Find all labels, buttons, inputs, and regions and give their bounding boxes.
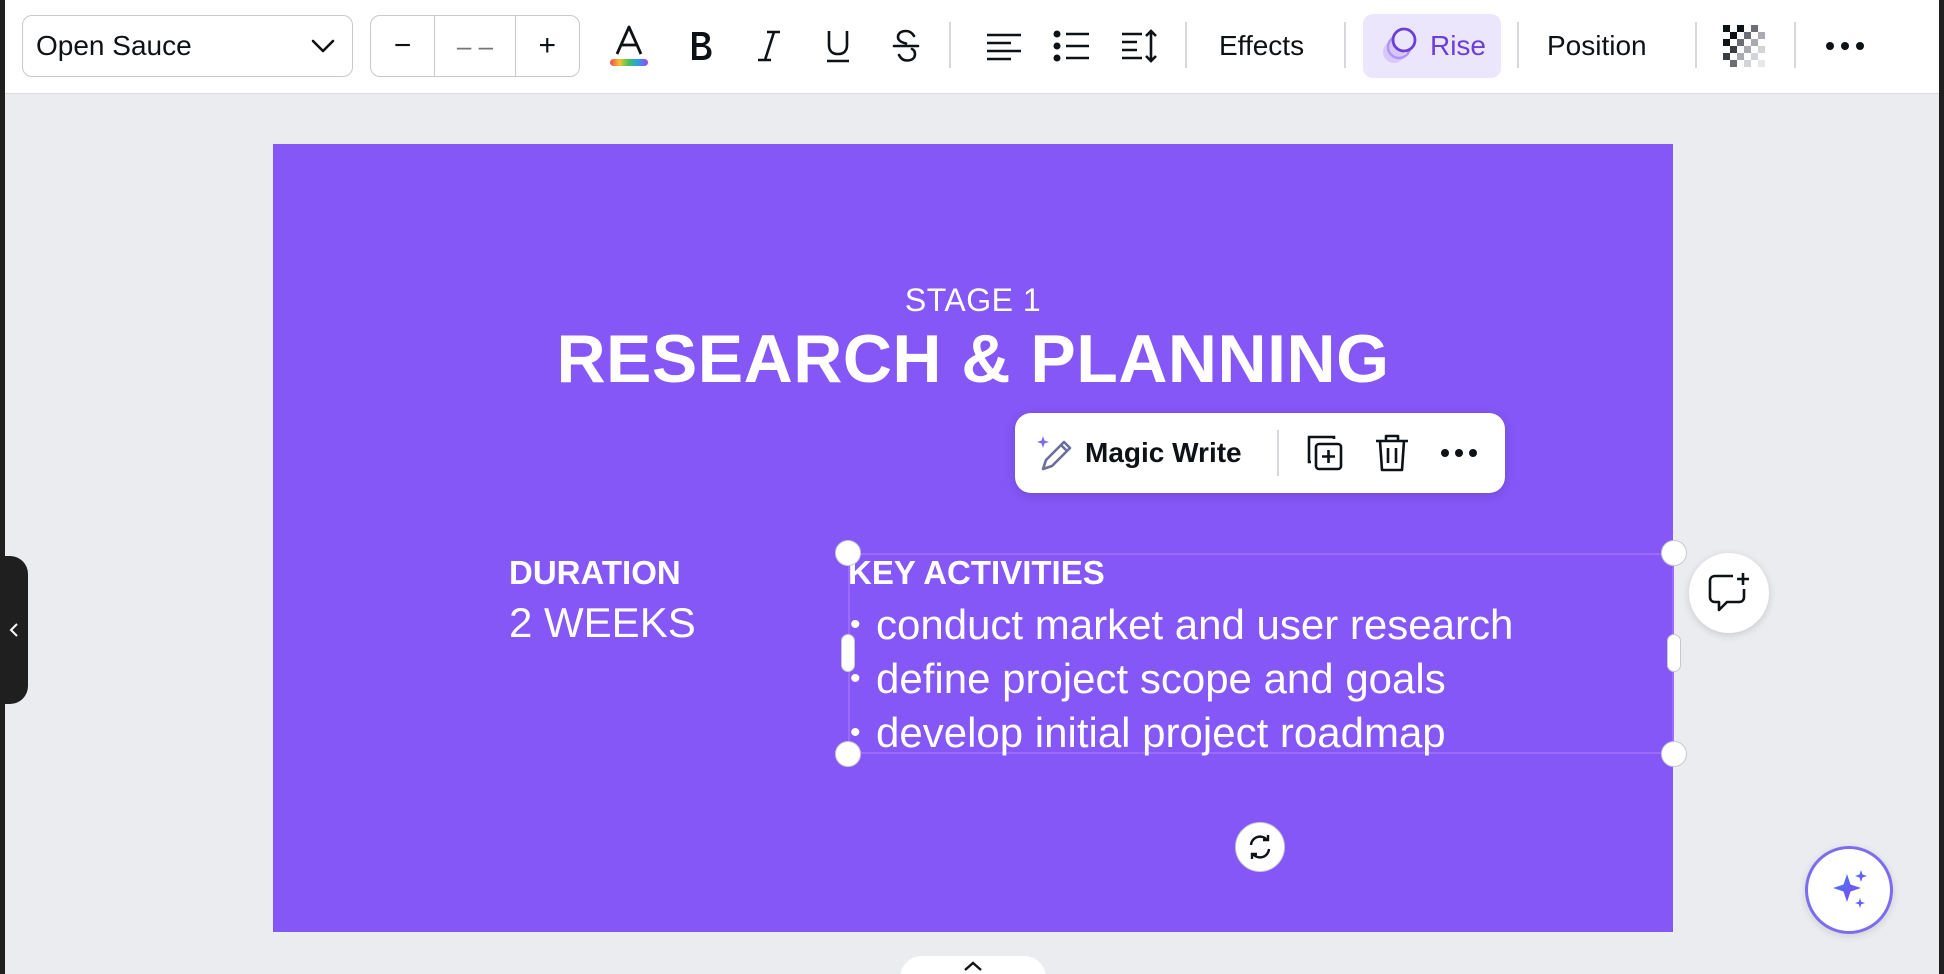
- toolbar-divider: [1517, 22, 1519, 68]
- rise-animation-icon: [1382, 27, 1417, 63]
- line-spacing-icon: [1122, 29, 1157, 63]
- magic-sparkle-icon: [1833, 870, 1867, 908]
- add-comment-button[interactable]: [1689, 553, 1769, 633]
- more-options-button[interactable]: [1819, 15, 1871, 77]
- slide-page[interactable]: STAGE 1 RESEARCH & PLANNING DURATION 2 W…: [273, 144, 1687, 932]
- list-item[interactable]: define project scope and goals: [848, 652, 1513, 706]
- bullet-list-button[interactable]: [1046, 15, 1098, 77]
- italic-icon: [758, 30, 780, 62]
- toolbar-divider: [1185, 22, 1187, 68]
- pages-panel-toggle[interactable]: [900, 956, 1046, 974]
- right-edge-bar: [1939, 0, 1944, 974]
- stage-label[interactable]: STAGE 1: [273, 282, 1673, 319]
- duration-label[interactable]: DURATION: [509, 554, 681, 592]
- element-context-menu: Magic Write: [1015, 413, 1505, 493]
- decrease-font-size-button[interactable]: −: [371, 16, 434, 76]
- chevron-up-icon: [964, 961, 982, 971]
- font-family-value: Open Sauce: [36, 30, 192, 61]
- left-edge-bar: [0, 0, 5, 974]
- transparency-icon: [1723, 25, 1765, 67]
- underline-icon: [827, 31, 849, 63]
- bullet-list-icon: [1053, 30, 1089, 62]
- font-size-field-wrap: [434, 16, 516, 76]
- strikethrough-button[interactable]: [880, 15, 932, 77]
- key-activities-label[interactable]: KEY ACTIVITIES: [848, 554, 1105, 592]
- font-size-input[interactable]: [445, 30, 505, 62]
- text-color-icon: [610, 25, 648, 66]
- font-size-control: − +: [370, 15, 580, 77]
- magic-write-icon: [1037, 436, 1072, 471]
- menu-more-button[interactable]: [1438, 431, 1481, 475]
- slide-title[interactable]: RESEARCH & PLANNING: [273, 320, 1673, 398]
- key-activities-list[interactable]: conduct market and user research define …: [848, 598, 1513, 760]
- resize-handle-bottom-left[interactable]: [835, 741, 861, 767]
- resize-handle-left[interactable]: [841, 634, 855, 672]
- more-icon: [1441, 449, 1478, 457]
- strikethrough-icon: [892, 29, 920, 62]
- chevron-down-icon: [311, 39, 335, 53]
- duplicate-button[interactable]: [1303, 431, 1346, 475]
- magic-assistant-button[interactable]: [1805, 846, 1893, 934]
- align-left-icon: [987, 33, 1021, 61]
- delete-button[interactable]: [1370, 431, 1413, 475]
- more-icon: [1826, 42, 1864, 50]
- duplicate-icon: [1307, 435, 1342, 471]
- font-family-dropdown[interactable]: Open Sauce: [22, 15, 353, 77]
- add-comment-icon: [1708, 573, 1749, 612]
- resize-handle-bottom-right[interactable]: [1661, 741, 1687, 767]
- resize-handle-top-right[interactable]: [1661, 540, 1687, 566]
- trash-icon: [1375, 434, 1408, 472]
- rotate-handle[interactable]: [1235, 822, 1285, 872]
- increase-font-size-button[interactable]: +: [516, 16, 579, 76]
- rotate-icon: [1249, 835, 1271, 859]
- text-toolbar: Open Sauce − + Effects: [5, 0, 1939, 94]
- collapse-sidebar-icon: [9, 623, 18, 637]
- animate-label: Rise: [1429, 30, 1486, 61]
- duration-value[interactable]: 2 WEEKS: [509, 599, 696, 647]
- position-button[interactable]: Position: [1535, 15, 1659, 77]
- effects-button[interactable]: Effects: [1207, 15, 1316, 77]
- magic-write-label: Magic Write: [1085, 437, 1242, 468]
- animate-button[interactable]: Rise: [1363, 14, 1501, 78]
- bold-icon: [692, 32, 712, 60]
- list-item[interactable]: develop initial project roadmap: [848, 706, 1513, 760]
- bold-button[interactable]: [675, 15, 727, 77]
- collapse-sidebar-button[interactable]: [0, 556, 28, 704]
- magic-write-button[interactable]: Magic Write: [1015, 433, 1277, 473]
- toolbar-divider: [1344, 22, 1346, 68]
- resize-handle-right[interactable]: [1667, 634, 1681, 672]
- text-color-button[interactable]: [603, 15, 655, 77]
- resize-handle-top-left[interactable]: [835, 540, 861, 566]
- underline-button[interactable]: [812, 15, 864, 77]
- toolbar-divider: [1695, 22, 1697, 68]
- list-item[interactable]: conduct market and user research: [848, 598, 1513, 652]
- spacing-button[interactable]: [1114, 15, 1166, 77]
- toolbar-divider: [949, 22, 951, 68]
- toolbar-divider: [1794, 22, 1796, 68]
- align-button[interactable]: [978, 15, 1030, 77]
- italic-button[interactable]: [743, 15, 795, 77]
- transparency-button[interactable]: [1718, 15, 1770, 77]
- menu-divider: [1277, 430, 1279, 476]
